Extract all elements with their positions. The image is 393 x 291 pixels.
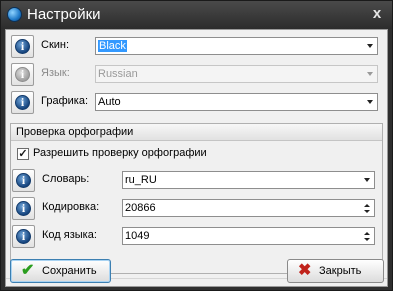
spelling-group: Проверка орфографии ✓ Разрешить проверку… [10, 123, 383, 274]
info-icon: i [16, 173, 31, 188]
graphics-value: Auto [98, 96, 121, 108]
save-button-label: Сохранить [42, 265, 97, 277]
chevron-down-icon [367, 44, 373, 48]
close-button-label: Закрыть [319, 265, 362, 277]
language-row: i Язык: Russian [6, 62, 387, 86]
checkmark-icon: ✓ [17, 148, 29, 160]
dictionary-info-button[interactable]: i [12, 169, 35, 192]
language-select: Russian [95, 65, 378, 83]
skin-label: Скин: [41, 39, 70, 51]
encoding-value: 20866 [125, 202, 156, 214]
skin-info-button[interactable]: i [11, 35, 34, 58]
spelling-group-header: Проверка орфографии [11, 124, 382, 141]
dictionary-row: i Словарь: ru_RU [7, 168, 378, 192]
settings-panel: i Скин: Black i Язык: Russian i Графика:… [5, 29, 388, 287]
title-bar[interactable]: Настройки x [1, 1, 392, 29]
language-info-button: i [11, 63, 34, 86]
enable-spellcheck-label: Разрешить проверку орфографии [33, 147, 207, 159]
info-icon: i [15, 67, 30, 82]
spelling-group-title: Проверка орфографии [16, 126, 134, 138]
skin-select[interactable]: Black [95, 37, 378, 55]
window-title: Настройки [27, 6, 101, 23]
info-icon: i [15, 95, 30, 110]
skin-row: i Скин: Black [6, 34, 387, 58]
chevron-down-icon [367, 100, 373, 104]
chevron-down-icon [367, 72, 373, 76]
save-button[interactable]: ✔ Сохранить [10, 259, 111, 283]
graphics-row: i Графика: Auto [6, 90, 387, 114]
language-code-label: Код языка: [42, 229, 97, 241]
chevron-down-icon [364, 178, 370, 182]
language-code-info-button[interactable]: i [12, 225, 35, 248]
encoding-info-button[interactable]: i [12, 197, 35, 220]
dictionary-select[interactable]: ru_RU [122, 171, 375, 189]
encoding-label: Кодировка: [42, 201, 100, 213]
dictionary-label: Словарь: [42, 173, 90, 185]
language-code-value: 1049 [125, 230, 150, 242]
language-code-spinner[interactable]: 1049 [122, 227, 375, 245]
check-icon: ✔ [21, 262, 35, 279]
language-label: Язык: [41, 67, 70, 79]
close-button[interactable]: ✖ Закрыть [287, 259, 384, 283]
graphics-info-button[interactable]: i [11, 91, 34, 114]
spin-down-icon[interactable] [364, 210, 370, 213]
info-icon: i [16, 229, 31, 244]
encoding-row: i Кодировка: 20866 [7, 196, 378, 220]
info-icon: i [15, 39, 30, 54]
skin-value: Black [98, 40, 127, 52]
spin-down-icon[interactable] [364, 238, 370, 241]
encoding-spinner[interactable]: 20866 [122, 199, 375, 217]
dictionary-value: ru_RU [125, 174, 157, 186]
close-window-button[interactable]: x [370, 6, 384, 22]
app-icon [7, 7, 22, 22]
cross-icon: ✖ [298, 262, 312, 279]
spin-up-icon[interactable] [364, 232, 370, 235]
info-icon: i [16, 201, 31, 216]
graphics-select[interactable]: Auto [95, 93, 378, 111]
spin-up-icon[interactable] [364, 204, 370, 207]
language-value: Russian [98, 68, 138, 80]
settings-window: Настройки x i Скин: Black i Язык: Russia… [0, 0, 393, 291]
language-code-row: i Код языка: 1049 [7, 224, 378, 248]
graphics-label: Графика: [41, 95, 88, 107]
